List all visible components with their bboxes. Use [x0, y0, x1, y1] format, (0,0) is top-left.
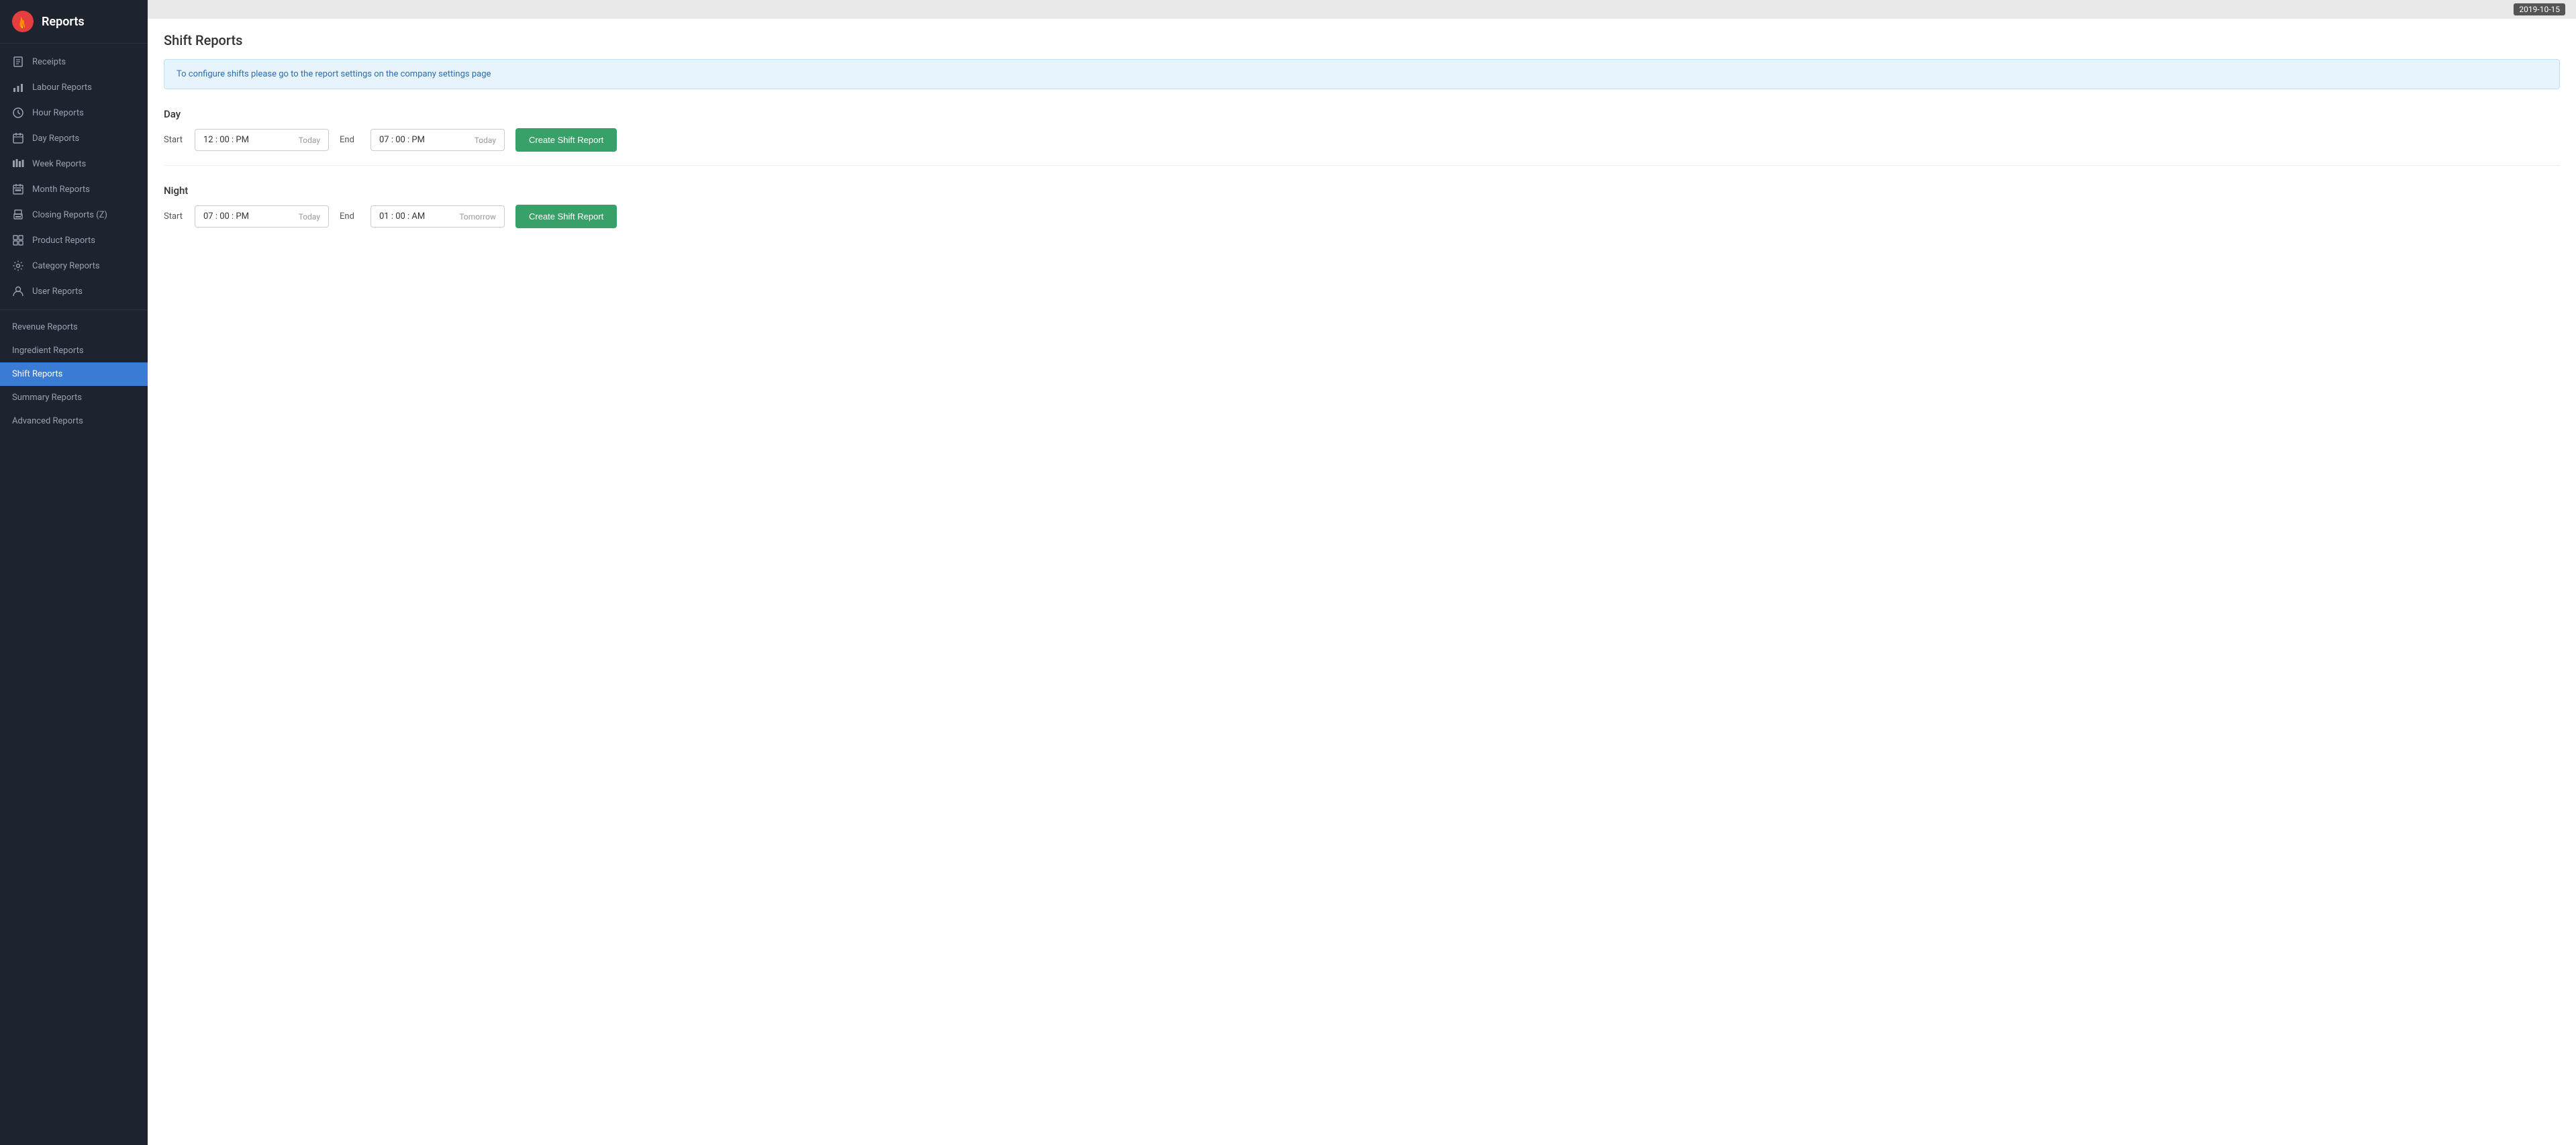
day-end-group: End 07 : 00 : PM Today [340, 129, 505, 151]
gear-icon [12, 260, 24, 272]
night-start-day: Today [299, 212, 320, 221]
night-shift-section: Night Start 07 : 00 : PM Today End 01 : … [164, 185, 2560, 242]
sidebar-label-day: Day Reports [32, 134, 79, 144]
day-shift-label: Day [164, 108, 2560, 120]
day-end-input[interactable]: 07 : 00 : PM Today [370, 129, 505, 151]
day-create-shift-button[interactable]: Create Shift Report [515, 128, 617, 152]
clock-icon [12, 107, 24, 119]
night-start-time: 07 : 00 : PM [203, 211, 249, 221]
info-banner-text: To configure shifts please go to the rep… [177, 69, 491, 79]
sidebar-label-category: Category Reports [32, 261, 100, 271]
user-icon [12, 285, 24, 297]
sidebar-item-week-reports[interactable]: Week Reports [0, 151, 148, 177]
sidebar-item-revenue-reports[interactable]: Revenue Reports [0, 315, 148, 339]
day-shift-row: Start 12 : 00 : PM Today End 07 : 00 : P… [164, 128, 2560, 152]
night-start-label: Start [164, 211, 188, 221]
sidebar-item-hour-reports[interactable]: Hour Reports [0, 100, 148, 126]
sidebar-item-month-reports[interactable]: Month Reports [0, 177, 148, 202]
topbar: 2019-10-15 [148, 0, 2576, 19]
sidebar-item-labour-reports[interactable]: Labour Reports [0, 74, 148, 100]
sidebar-label-receipts: Receipts [32, 57, 66, 67]
night-end-input[interactable]: 01 : 00 : AM Tomorrow [370, 205, 505, 228]
night-end-day: Tomorrow [459, 212, 496, 221]
week-icon [12, 158, 24, 170]
sidebar-icon-section: Receipts Labour Reports Hour Reports [0, 44, 148, 310]
night-create-shift-button[interactable]: Create Shift Report [515, 205, 617, 228]
sidebar-item-ingredient-reports[interactable]: Ingredient Reports [0, 339, 148, 362]
day-shift-section: Day Start 12 : 00 : PM Today End 07 : 00… [164, 108, 2560, 166]
sidebar-label-hour: Hour Reports [32, 108, 84, 118]
labour-icon [12, 81, 24, 93]
receipt-icon [12, 56, 24, 68]
page-title: Shift Reports [164, 32, 2560, 48]
sidebar-label-month: Month Reports [32, 185, 90, 195]
date-badge: 2019-10-15 [2514, 3, 2565, 15]
sidebar-label-labour: Labour Reports [32, 83, 92, 93]
sidebar-item-day-reports[interactable]: Day Reports [0, 126, 148, 151]
sidebar-label-user: User Reports [32, 287, 83, 297]
sidebar-item-advanced-reports[interactable]: Advanced Reports [0, 409, 148, 433]
day-start-input[interactable]: 12 : 00 : PM Today [195, 129, 329, 151]
sidebar-header: Reports [0, 0, 148, 44]
day-icon [12, 132, 24, 144]
day-end-label: End [340, 135, 364, 145]
day-end-day: Today [475, 136, 496, 145]
main-content: 2019-10-15 Shift Reports To configure sh… [148, 0, 2576, 1145]
sidebar-label-closing: Closing Reports (Z) [32, 210, 107, 220]
sidebar-item-receipts[interactable]: Receipts [0, 49, 148, 74]
sidebar-item-category-reports[interactable]: Category Reports [0, 253, 148, 279]
night-shift-row: Start 07 : 00 : PM Today End 01 : 00 : A… [164, 205, 2560, 228]
print-icon [12, 209, 24, 221]
day-start-time: 12 : 00 : PM [203, 135, 249, 145]
night-start-input[interactable]: 07 : 00 : PM Today [195, 205, 329, 228]
night-end-time: 01 : 00 : AM [379, 211, 425, 221]
content-area: Shift Reports To configure shifts please… [148, 19, 2576, 1145]
day-start-group: Start 12 : 00 : PM Today [164, 129, 329, 151]
sidebar: Reports Receipts Labour Reports [0, 0, 148, 1145]
sidebar-nav: Revenue Reports Ingredient Reports Shift… [0, 310, 148, 1145]
sidebar-label-week: Week Reports [32, 159, 86, 169]
day-end-time: 07 : 00 : PM [379, 135, 425, 145]
sidebar-item-product-reports[interactable]: Product Reports [0, 228, 148, 253]
night-shift-label: Night [164, 185, 2560, 197]
night-end-group: End 01 : 00 : AM Tomorrow [340, 205, 505, 228]
sidebar-label-product: Product Reports [32, 236, 95, 246]
app-title: Reports [42, 15, 85, 29]
month-icon [12, 183, 24, 195]
sidebar-item-closing-reports[interactable]: Closing Reports (Z) [0, 202, 148, 228]
day-start-day: Today [299, 136, 320, 145]
night-end-label: End [340, 211, 364, 221]
info-banner: To configure shifts please go to the rep… [164, 59, 2560, 89]
day-start-label: Start [164, 135, 188, 145]
sidebar-item-user-reports[interactable]: User Reports [0, 279, 148, 304]
sidebar-item-summary-reports[interactable]: Summary Reports [0, 386, 148, 409]
product-icon [12, 234, 24, 246]
app-logo [12, 11, 34, 32]
sidebar-item-shift-reports[interactable]: Shift Reports [0, 362, 148, 386]
night-start-group: Start 07 : 00 : PM Today [164, 205, 329, 228]
